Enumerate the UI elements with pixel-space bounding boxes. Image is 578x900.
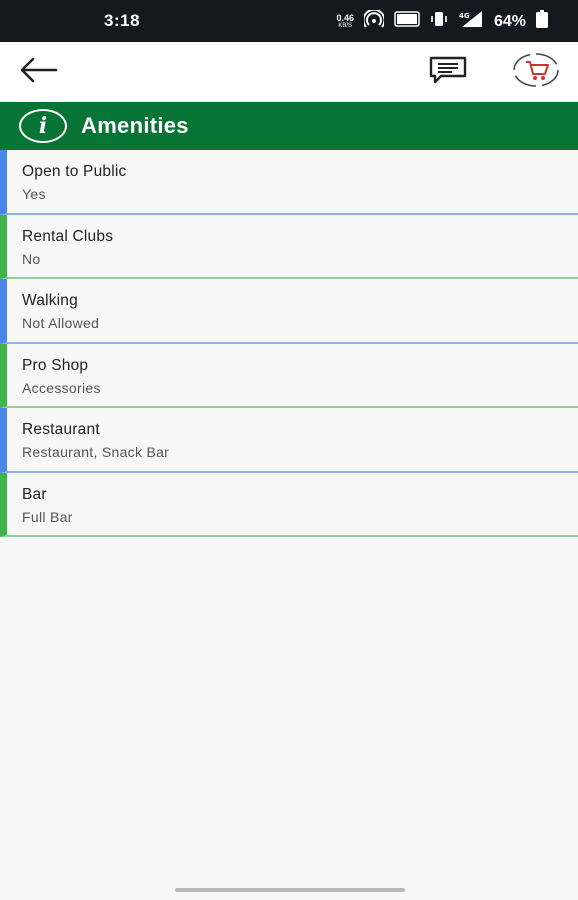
network-speed-unit: KB/S <box>338 22 353 29</box>
status-icons: 0.46 KB/S 4G 64% <box>336 8 548 33</box>
item-value: Accessories <box>22 379 101 396</box>
battery-percent: 64% <box>493 12 526 30</box>
item-title: Bar <box>22 485 47 503</box>
item-value: No <box>22 250 41 267</box>
status-bar: 3:18 0.46 KB/S 4G 64% <box>0 0 578 42</box>
arrow-left-icon <box>18 57 58 88</box>
cart-icon <box>512 51 560 94</box>
item-value: Not Allowed <box>22 315 100 331</box>
item-title: Restaurant <box>22 421 100 438</box>
item-value: Yes <box>22 186 46 202</box>
volte-icon <box>394 11 420 32</box>
list-item: Bar Full Bar <box>0 472 578 537</box>
list-item: Rental Clubs No <box>0 214 578 279</box>
hotspot-icon <box>362 8 386 33</box>
chat-button[interactable] <box>426 54 470 90</box>
chat-icon <box>428 55 468 90</box>
item-title: Pro Shop <box>22 356 89 374</box>
vibrate-icon <box>430 10 448 33</box>
item-value: Full Bar <box>22 508 73 525</box>
battery-icon <box>536 10 548 33</box>
network-speed: 0.46 KB/S <box>336 12 354 30</box>
network-speed-value: 0.46 <box>336 12 354 23</box>
info-icon: i <box>19 109 67 143</box>
cart-button[interactable] <box>510 52 562 92</box>
section-title: Amenities <box>81 113 189 138</box>
status-time: 3:18 <box>104 11 141 30</box>
app-bar <box>0 42 578 102</box>
list-item: Open to Public Yes <box>0 150 578 215</box>
item-value: Restaurant, Snack Bar <box>22 444 170 460</box>
back-button[interactable] <box>16 54 60 90</box>
item-title: Open to Public <box>22 163 127 180</box>
home-indicator[interactable] <box>175 888 405 892</box>
list-item: Walking Not Allowed <box>0 279 578 344</box>
list-item: Restaurant Restaurant, Snack Bar <box>0 408 578 473</box>
section-header: i Amenities <box>0 102 578 150</box>
list-item: Pro Shop Accessories <box>0 343 578 408</box>
amenities-list: Open to Public Yes Rental Clubs No Walki… <box>0 150 578 537</box>
item-title: Rental Clubs <box>22 227 114 245</box>
item-title: Walking <box>22 292 78 309</box>
signal-4g-icon: 4G <box>458 10 484 33</box>
svg-text:4G: 4G <box>459 12 470 20</box>
